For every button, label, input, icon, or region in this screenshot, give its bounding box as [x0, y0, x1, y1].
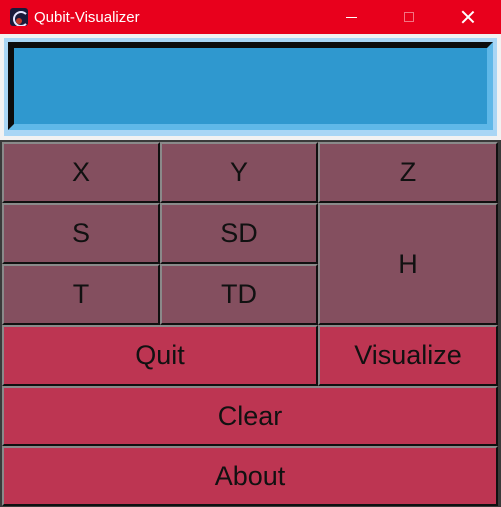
- y-gate-button[interactable]: Y: [160, 142, 318, 203]
- window-title: Qubit-Visualizer: [34, 8, 140, 26]
- x-gate-button[interactable]: X: [2, 142, 160, 203]
- display-panel: [0, 34, 501, 140]
- t-gate-button[interactable]: T: [2, 264, 160, 325]
- qiskit-app-icon: [10, 8, 28, 26]
- h-gate-button[interactable]: H: [318, 203, 498, 325]
- close-button[interactable]: [445, 0, 491, 34]
- maximize-button[interactable]: [386, 0, 432, 34]
- s-gate-button[interactable]: S: [2, 203, 160, 264]
- minimize-icon: [345, 16, 357, 18]
- td-gate-button[interactable]: TD: [160, 264, 318, 325]
- about-button[interactable]: About: [2, 446, 498, 506]
- maximize-icon: [404, 12, 414, 22]
- expression-display[interactable]: [8, 42, 493, 130]
- sd-gate-button[interactable]: SD: [160, 203, 318, 264]
- visualize-button[interactable]: Visualize: [318, 325, 498, 386]
- close-icon: [461, 10, 475, 24]
- title-bar: Qubit-Visualizer: [0, 0, 501, 34]
- display-border: [4, 38, 497, 136]
- minimize-button[interactable]: [328, 0, 374, 34]
- z-gate-button[interactable]: Z: [318, 142, 498, 203]
- quit-button[interactable]: Quit: [2, 325, 318, 386]
- clear-button[interactable]: Clear: [2, 386, 498, 446]
